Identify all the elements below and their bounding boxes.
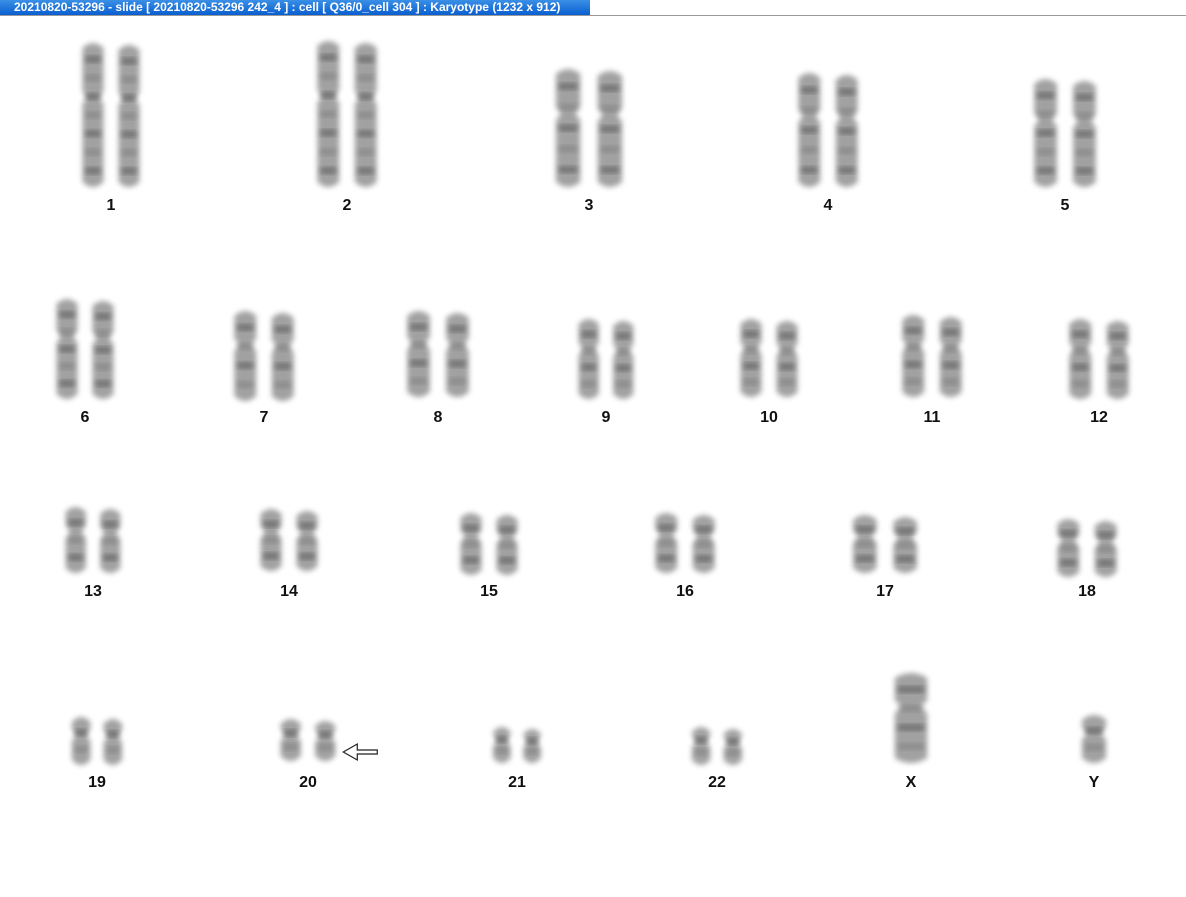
chromosome-10-a [740,319,762,397]
chromosome-label-14: 14 [280,583,298,600]
chromosome-pair-Y: Y [1082,715,1106,791]
chromosome-label-22: 22 [708,774,726,791]
chromosome-label-1: 1 [107,197,116,214]
chromosome-pair-9: 9 [578,319,634,426]
chromosome-label-12: 12 [1090,409,1108,426]
chromosome-label-20: 20 [299,774,317,791]
chromosome-12-a [1069,319,1092,399]
chromosome-label-7: 7 [260,409,269,426]
chromosome-pair-8: 8 [407,311,469,426]
chromosome-11-b [939,317,962,397]
chromosome-pair-2: 2 [317,41,377,214]
chromosome-pair-15: 15 [460,513,518,600]
chromosome-label-6: 6 [81,409,90,426]
chromosome-21-a [493,727,511,763]
chromosome-pair-4: 4 [798,73,858,214]
chromosome-6-a [56,299,78,399]
chromosome-pair-18: 18 [1057,519,1117,600]
chromosome-3-a [555,69,581,187]
chromosome-16-a [655,513,678,573]
chromosome-12-b [1106,321,1129,399]
chromosome-15-a [460,513,482,575]
chromosome-label-5: 5 [1061,197,1070,214]
chromosome-7-a [234,311,257,401]
chromosome-4-b [835,75,858,187]
chromosome-20-a [280,719,301,761]
chromosome-label-9: 9 [602,409,611,426]
chromosome-16-b [692,515,715,573]
chromosome-21-b [523,729,541,763]
chromosome-8-b [446,313,469,397]
chromosome-2-a [317,41,340,187]
chromosome-10-b [776,321,798,397]
chromosome-2-b [354,43,377,187]
left-arrow-icon [342,742,378,762]
chromosome-pair-7: 7 [234,311,294,426]
chromosome-6-b [92,301,114,399]
chromosome-pair-17: 17 [853,515,917,600]
chromosome-pair-10: 10 [740,319,798,426]
chromosome-pair-12: 12 [1069,319,1129,426]
chromosome-label-X: X [906,774,917,791]
chromosome-5-a [1034,79,1057,187]
chromosome-19-a [71,717,91,765]
chromosome-pair-1: 1 [82,43,140,214]
chromosome-label-16: 16 [676,583,694,600]
chromosome-17-a [853,515,877,573]
chromosome-20-b [315,721,336,761]
chromosome-label-18: 18 [1078,583,1096,600]
chromosome-13-b [100,509,121,573]
chromosome-5-b [1073,81,1096,187]
chromosome-label-8: 8 [434,409,443,426]
chromosome-label-10: 10 [760,409,778,426]
chromosome-pair-20: 20 [280,719,336,791]
chromosome-label-Y: Y [1089,774,1100,791]
chromosome-pair-14: 14 [260,509,318,600]
chromosome-14-a [260,509,282,571]
chromosome-label-19: 19 [88,774,106,791]
chromosome-pair-X: X [894,673,928,791]
chromosome-label-13: 13 [84,583,102,600]
chromosome-label-15: 15 [480,583,498,600]
chromosome-4-a [798,73,821,187]
chromosome-Y [1082,715,1106,763]
chromosome-8-a [407,311,430,397]
chromosome-18-b [1094,521,1117,577]
chromosome-label-21: 21 [508,774,526,791]
chromosome-17-b [893,517,917,573]
chromosome-3-b [597,71,623,187]
chromosome-pair-13: 13 [65,507,121,600]
chromosome-7-b [271,313,294,401]
chromosome-X [894,673,928,763]
chromosome-18-a [1057,519,1080,577]
chromosome-pair-11: 11 [902,315,962,426]
chromosome-9-b [613,321,634,399]
chromosome-label-4: 4 [824,197,833,214]
chromosome-pair-5: 5 [1034,79,1096,214]
chromosome-pair-3: 3 [555,69,623,214]
chromosome-15-b [496,515,518,575]
chromosome-label-17: 17 [876,583,894,600]
chromosome-pair-19: 19 [71,717,123,791]
chromosome-22-b [723,729,743,765]
chromosome-pair-16: 16 [655,513,715,600]
chromosome-13-a [65,507,86,573]
chromosome-19-b [103,719,123,765]
chromosome-14-b [296,511,318,571]
chromosome-label-2: 2 [343,197,352,214]
chromosome-11-a [902,315,925,397]
chromosome-1-a [82,43,104,187]
chromosome-label-3: 3 [585,197,594,214]
chromosome-1-b [118,45,140,187]
chromosome-pair-21: 21 [493,727,541,791]
karyotype-canvas: 1 2 3 4 56 7 8 9 10 11 1213 14 15 16 17 1819 20 21 22 X Y [56,41,1129,791]
chromosome-pair-22: 22 [691,727,743,791]
chromosome-22-a [691,727,711,765]
chromosome-label-11: 11 [924,409,941,426]
chromosome-pair-6: 6 [56,299,114,426]
chromosome-9-a [578,319,599,399]
